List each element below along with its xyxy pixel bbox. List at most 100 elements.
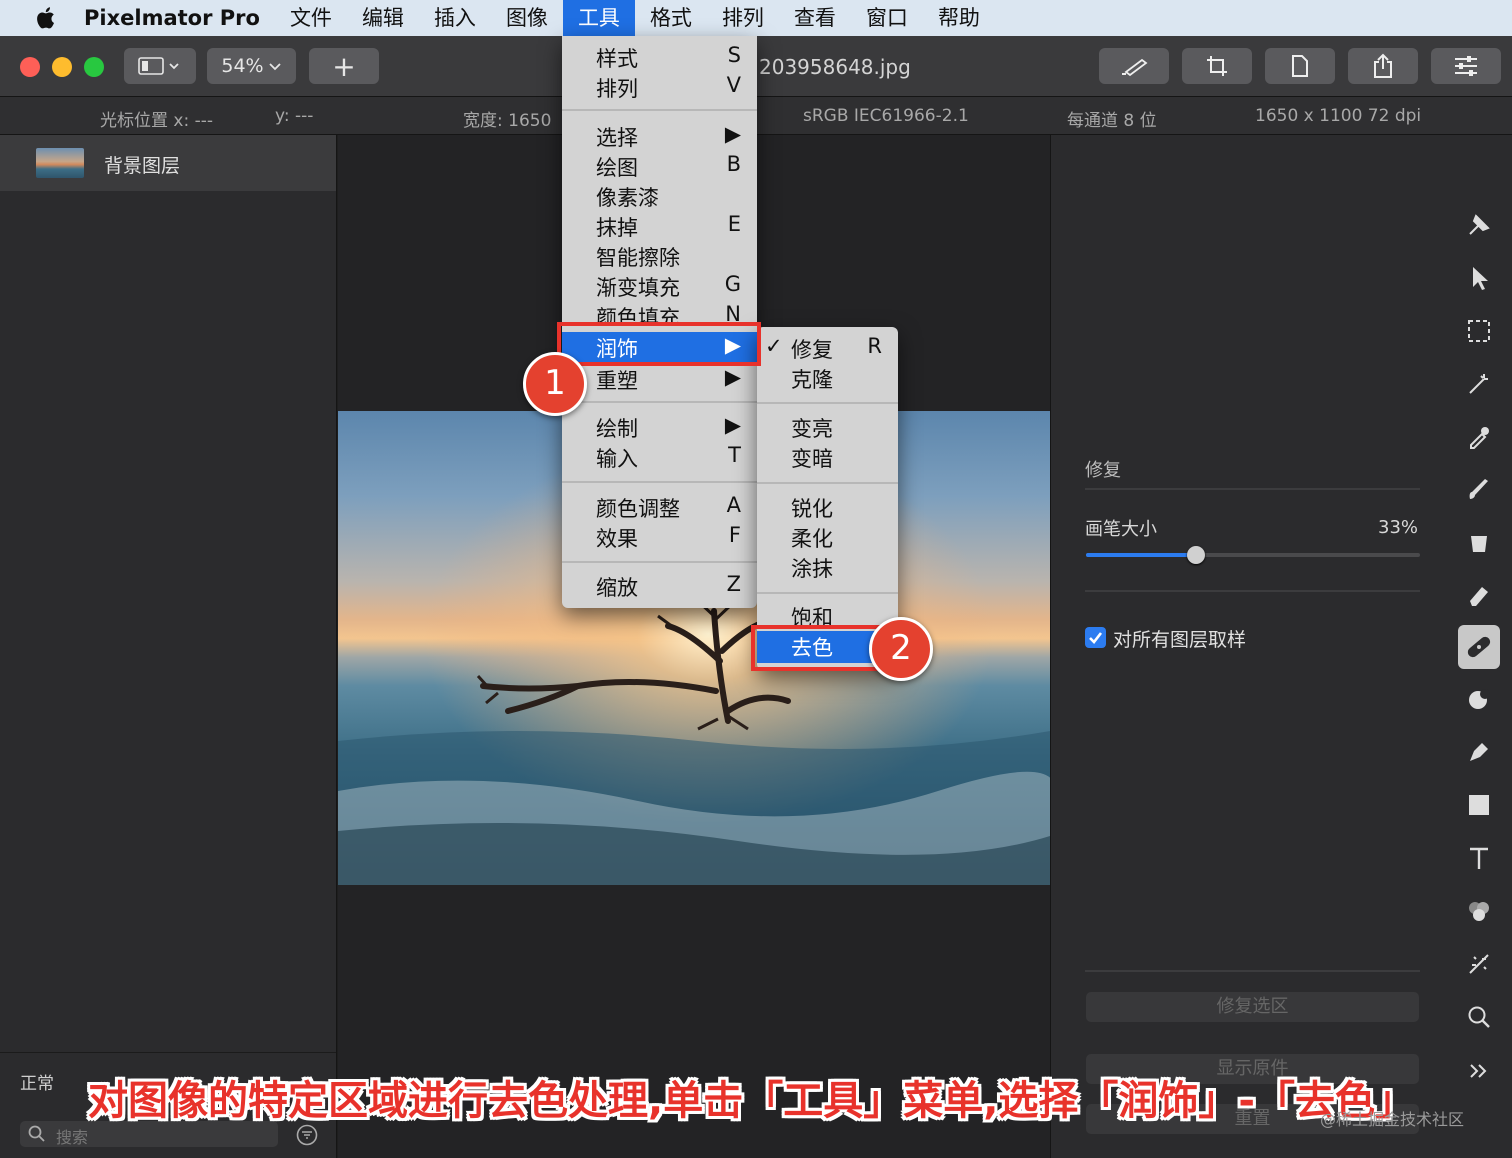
menu-item-label: 重塑 [596,369,638,393]
menu-item-reshape[interactable]: 重塑 ▶ [562,364,757,394]
menu-item-label: 智能擦除 [596,246,680,270]
select-tool[interactable] [1458,257,1500,299]
sample-all-layers-checkbox[interactable] [1085,627,1106,648]
menu-item-gradient-fill[interactable]: 渐变填充 G [562,271,757,301]
eraser-icon [1470,587,1488,606]
add-button[interactable]: + [309,48,379,84]
menu-window[interactable]: 窗口 [851,0,923,36]
instruction-caption: 对图像的特定区域进行去色处理,单击「工具」菜单,选择「润饰」-「去色」 [88,1078,1415,1124]
menu-item-shortcut: T [728,443,741,467]
retouch-tool[interactable] [1458,625,1500,669]
divider [1085,970,1420,972]
color-adjust-icon [1469,902,1489,921]
submenu-item-clone[interactable]: 克隆 [757,363,898,393]
color-picker-tool[interactable] [1458,416,1500,458]
cursor-x-readout: 光标位置 x: --- [100,111,213,131]
arrange-tool[interactable] [1458,204,1500,246]
pen-tool[interactable] [1458,731,1500,773]
menu-item-color-fill[interactable]: 颜色填充 N [562,301,757,323]
erase-tool[interactable] [1458,575,1500,617]
submenu-item-darken[interactable]: 变暗 [757,442,898,472]
menu-image[interactable]: 图像 [491,0,563,36]
menu-item-label: 选择 [596,126,638,150]
layer-name: 背景图层 [104,155,181,177]
layer-thumbnail [36,148,84,178]
magic-wand-tool[interactable] [1458,363,1500,405]
type-tool[interactable] [1458,837,1500,879]
menu-item-draw[interactable]: 绘制 ▶ [562,412,757,442]
blend-mode-select[interactable]: 正常 [20,1069,54,1094]
shape-icon [1469,795,1489,815]
brush-size-slider[interactable] [1086,553,1420,557]
retouch-bandage-icon [1467,636,1491,658]
shape-tool[interactable] [1458,784,1500,826]
menu-view[interactable]: 查看 [779,0,851,36]
repair-selection-button[interactable]: 修复选区 [1086,992,1419,1022]
sidebar-toggle-button[interactable] [124,48,196,84]
sample-all-layers-label: 对所有图层取样 [1113,629,1247,651]
crop-button[interactable] [1182,48,1252,84]
menu-arrange[interactable]: 排列 [707,0,779,36]
menu-item-type[interactable]: 输入 T [562,442,757,472]
zoom-tool[interactable] [1458,996,1500,1038]
menu-item-label: 颜色填充 [596,306,680,323]
effects-tool[interactable] [1458,943,1500,985]
chevron-down-icon [268,63,281,71]
submenu-item-sharpen[interactable]: 锐化 [757,492,898,522]
color-adjust-tool[interactable] [1458,890,1500,932]
more-icon [1470,1064,1487,1078]
paint-tool[interactable] [1458,469,1500,511]
share-button[interactable] [1348,48,1418,84]
layer-row[interactable]: 背景图层 [0,135,336,191]
close-window-button[interactable] [20,57,40,77]
menu-item-arrange[interactable]: 排列 V [562,72,757,102]
submenu-item-soften[interactable]: 柔化 [757,522,898,552]
selection-tool[interactable] [1458,310,1500,352]
menu-file[interactable]: 文件 [275,0,347,36]
menu-item-smart-erase[interactable]: 智能擦除 [562,241,757,271]
menu-item-label: 柔化 [791,527,833,551]
menu-item-label: 锐化 [791,497,833,521]
menu-item-label: 绘图 [596,156,638,180]
menu-help[interactable]: 帮助 [923,0,995,36]
menu-edit[interactable]: 编辑 [347,0,419,36]
zoom-level-dropdown[interactable]: 54% [207,48,296,84]
search-placeholder: 搜索 [56,1128,89,1147]
menu-insert[interactable]: 插入 [419,0,491,36]
document-button[interactable] [1265,48,1335,84]
menu-item-paint[interactable]: 绘图 B [562,151,757,181]
minimize-window-button[interactable] [52,57,72,77]
adjustments-button[interactable] [1431,48,1501,84]
submenu-item-smudge[interactable]: 涂抹 [757,552,898,582]
menu-item-label: 样式 [596,47,638,71]
submenu-arrow-icon: ▶ [724,413,741,437]
menu-item-select[interactable]: 选择 ▶ [562,121,757,151]
menu-item-color-adjustments[interactable]: 颜色调整 A [562,492,757,522]
menu-tools[interactable]: 工具 [562,0,635,36]
menu-item-shortcut: E [727,212,741,236]
menu-item-effects[interactable]: 效果 F [562,522,757,552]
submenu-item-repair[interactable]: ✓ 修复 R [757,333,898,363]
menu-item-label: 涂抹 [791,557,833,581]
sidebar-icon [138,57,179,75]
add-label: + [332,49,356,83]
more-tools-button[interactable] [1458,1050,1500,1092]
submenu-item-saturate[interactable]: 饱和 [757,601,898,625]
reshape-tool[interactable] [1458,678,1500,720]
divider [0,1052,336,1053]
submenu-item-lighten[interactable]: 变亮 [757,412,898,442]
menu-item-style[interactable]: 样式 S [562,42,757,72]
filter-icon[interactable] [296,1124,318,1146]
apple-icon[interactable] [34,6,56,30]
menu-item-shortcut: R [867,334,882,358]
paint-brush-button[interactable] [1099,48,1169,84]
zoom-window-button[interactable] [84,57,104,77]
step-badge-2: 2 [869,617,933,681]
menu-item-zoom[interactable]: 缩放 Z [562,571,757,601]
checkmark-icon [1089,632,1103,644]
menu-format[interactable]: 格式 [635,0,707,36]
fill-tool[interactable] [1458,522,1500,564]
menu-item-erase[interactable]: 抹掉 E [562,211,757,241]
menu-app-name[interactable]: Pixelmator Pro [80,0,275,36]
menu-item-pixel-paint[interactable]: 像素漆 [562,181,757,211]
